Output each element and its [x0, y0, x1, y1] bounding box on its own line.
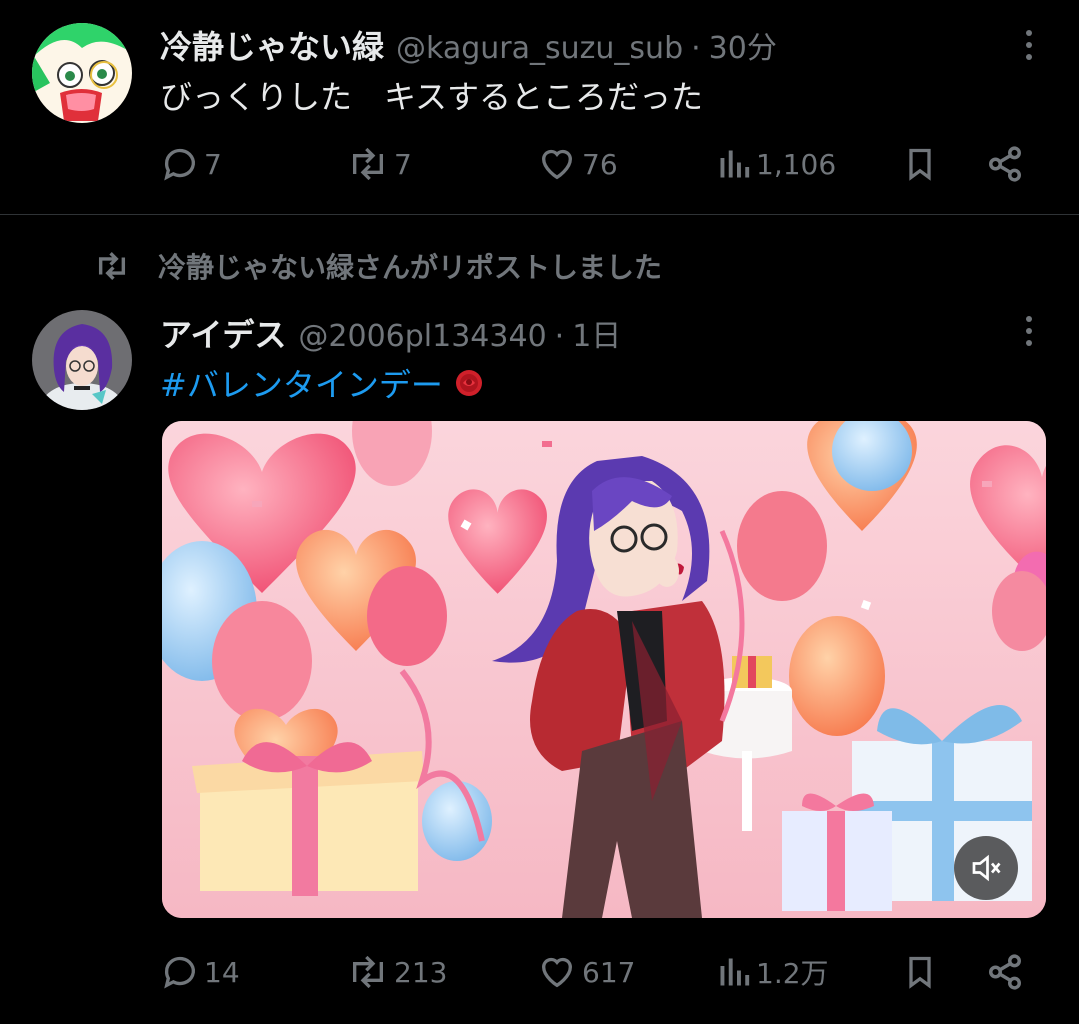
avatar-tweet-1[interactable] [32, 23, 132, 123]
tweet-text: びっくりした キスするところだった [160, 78, 704, 116]
tweet-2-header: アイデス @2006pl134340 · 1日 [160, 310, 621, 356]
hashtag-link[interactable]: #バレンタインデー [160, 360, 443, 406]
tweet-1-actions: 7 7 76 1,106 [160, 140, 1030, 190]
like-count: 76 [582, 147, 618, 181]
timestamp[interactable]: 1日 [572, 311, 621, 355]
valentine-illustration [162, 421, 1046, 918]
reply-count: 7 [204, 147, 222, 181]
repost-icon [353, 147, 383, 181]
repost-icon [98, 252, 126, 280]
more-icon[interactable] [1023, 30, 1035, 60]
reply-button[interactable]: 14 [160, 952, 240, 992]
bookmark-button[interactable] [902, 144, 938, 184]
mute-icon [972, 854, 1001, 882]
reply-button[interactable]: 7 [160, 144, 222, 184]
reply-count: 14 [204, 955, 240, 989]
reply-icon [164, 148, 195, 181]
separator-dot: · [691, 31, 701, 66]
like-icon [541, 957, 573, 988]
like-button[interactable]: 76 [536, 144, 618, 184]
views-button[interactable]: 1.2万 [716, 952, 829, 992]
user-handle[interactable]: @kagura_suzu_sub [396, 31, 683, 66]
display-name[interactable]: アイデス [160, 310, 286, 356]
tweet-2-text: #バレンタインデー [160, 360, 485, 406]
views-icon [720, 150, 750, 178]
repost-count: 213 [394, 955, 448, 989]
tweet-divider [0, 214, 1079, 215]
bookmark-button[interactable] [902, 952, 938, 992]
display-name[interactable]: 冷静じゃない緑 [160, 22, 384, 68]
view-count: 1.2万 [756, 957, 829, 990]
bookmark-icon [909, 148, 931, 181]
bookmark-icon [909, 956, 931, 989]
user-handle[interactable]: @2006pl134340 [298, 319, 546, 354]
repost-count: 7 [394, 147, 412, 181]
share-button[interactable] [986, 144, 1024, 184]
separator-dot: · [554, 319, 565, 354]
tweet-1[interactable]: 冷静じゃない緑 @kagura_suzu_sub · 30分 びっくりした キス… [0, 0, 1079, 214]
reply-icon [164, 956, 195, 989]
share-icon [989, 146, 1021, 182]
views-icon [720, 958, 750, 986]
timestamp[interactable]: 30分 [709, 23, 777, 67]
tweet-1-header: 冷静じゃない緑 @kagura_suzu_sub · 30分 [160, 22, 777, 68]
mute-button[interactable] [954, 836, 1018, 900]
repost-button[interactable]: 7 [346, 144, 412, 184]
more-icon[interactable] [1023, 316, 1035, 346]
repost-banner-text: 冷静じゃない緑さんがリポストしました [158, 251, 663, 284]
like-icon [541, 149, 573, 180]
share-icon [989, 954, 1021, 990]
tweet-media-video[interactable] [162, 421, 1046, 918]
repost-banner[interactable]: 冷静じゃない緑さんがリポストしました [92, 246, 662, 286]
rose-emoji-icon [453, 367, 485, 399]
view-count: 1,106 [756, 147, 837, 181]
like-button[interactable]: 617 [536, 952, 635, 992]
views-button[interactable]: 1,106 [716, 144, 836, 184]
share-button[interactable] [986, 952, 1024, 992]
like-count: 617 [582, 955, 636, 989]
repost-icon [353, 955, 383, 989]
avatar-tweet-2[interactable] [32, 310, 132, 410]
repost-button[interactable]: 213 [346, 952, 447, 992]
tweet-2-actions: 14 213 617 1.2万 [160, 948, 1030, 998]
